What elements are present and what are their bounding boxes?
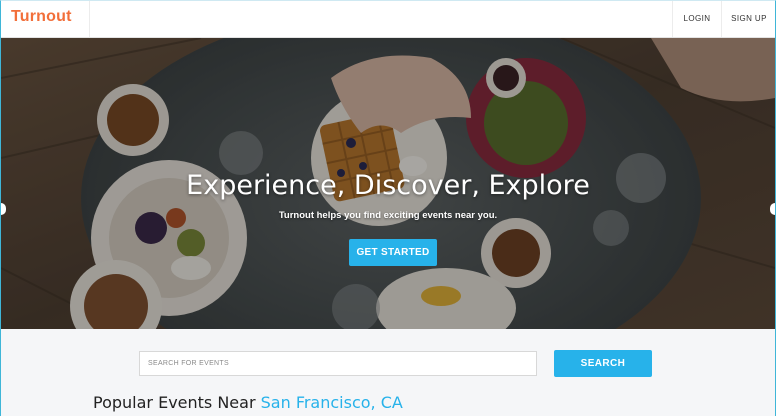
hero-banner: Experience, Discover, Explore Turnout he… <box>1 38 775 329</box>
signup-link[interactable]: SIGN UP <box>721 1 775 37</box>
page: Turnout LOGIN SIGN UP Experience, Discov… <box>0 0 776 416</box>
logo-container[interactable]: Turnout <box>1 1 90 37</box>
navbar: Turnout LOGIN SIGN UP <box>1 1 775 38</box>
hero-title: Experience, Discover, Explore <box>186 170 590 201</box>
hero-subtitle: Turnout helps you find exciting events n… <box>278 210 498 221</box>
carousel-next-handle[interactable] <box>770 203 775 215</box>
popular-heading-text: Popular Events Near <box>93 393 261 412</box>
search-button[interactable]: SEARCH <box>554 350 652 377</box>
get-started-button[interactable]: GET STARTED <box>349 239 437 266</box>
popular-events-heading: Popular Events Near San Francisco, CA <box>93 393 403 412</box>
location-link[interactable]: San Francisco, CA <box>261 393 403 412</box>
search-input[interactable] <box>139 351 537 376</box>
search-section: SEARCH Popular Events Near San Francisco… <box>1 329 775 416</box>
login-link[interactable]: LOGIN <box>672 1 721 37</box>
logo[interactable]: Turnout <box>11 8 72 26</box>
